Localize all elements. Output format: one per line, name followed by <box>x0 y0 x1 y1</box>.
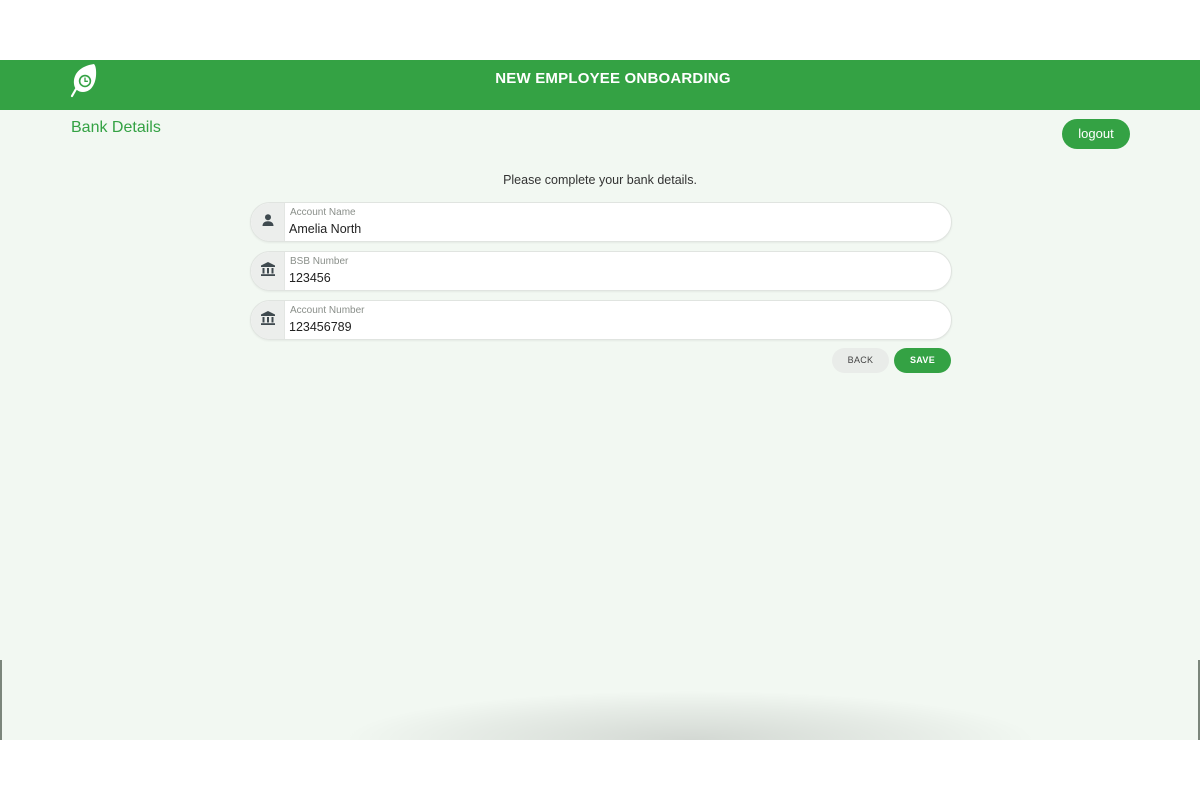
account-number-input[interactable] <box>289 318 929 335</box>
field-icon-container <box>251 301 285 339</box>
logout-button[interactable]: logout <box>1062 119 1130 149</box>
field-icon-container <box>251 203 285 241</box>
bsb-number-field[interactable]: BSB Number <box>250 251 952 291</box>
account-name-input[interactable] <box>289 220 929 237</box>
bsb-number-label: BSB Number <box>290 256 349 267</box>
app-window: NEW EMPLOYEE ONBOARDING Bank Details log… <box>0 60 1200 740</box>
field-icon-container <box>251 252 285 290</box>
account-name-field[interactable]: Account Name <box>250 202 952 242</box>
save-button[interactable]: SAVE <box>894 348 951 373</box>
window-edge-left <box>0 660 2 740</box>
header-bar: NEW EMPLOYEE ONBOARDING <box>0 60 1200 110</box>
bank-icon <box>260 310 276 331</box>
account-name-label: Account Name <box>290 207 356 218</box>
account-number-label: Account Number <box>290 305 365 316</box>
page-title: Bank Details <box>71 119 161 136</box>
account-number-field[interactable]: Account Number <box>250 300 952 340</box>
back-button[interactable]: BACK <box>832 348 889 373</box>
person-icon <box>261 213 275 232</box>
instructions-text: Please complete your bank details. <box>503 173 697 187</box>
bsb-number-input[interactable] <box>289 269 929 286</box>
bank-icon <box>260 261 276 282</box>
header-title: NEW EMPLOYEE ONBOARDING <box>495 70 731 87</box>
bottom-shadow <box>340 690 1040 740</box>
